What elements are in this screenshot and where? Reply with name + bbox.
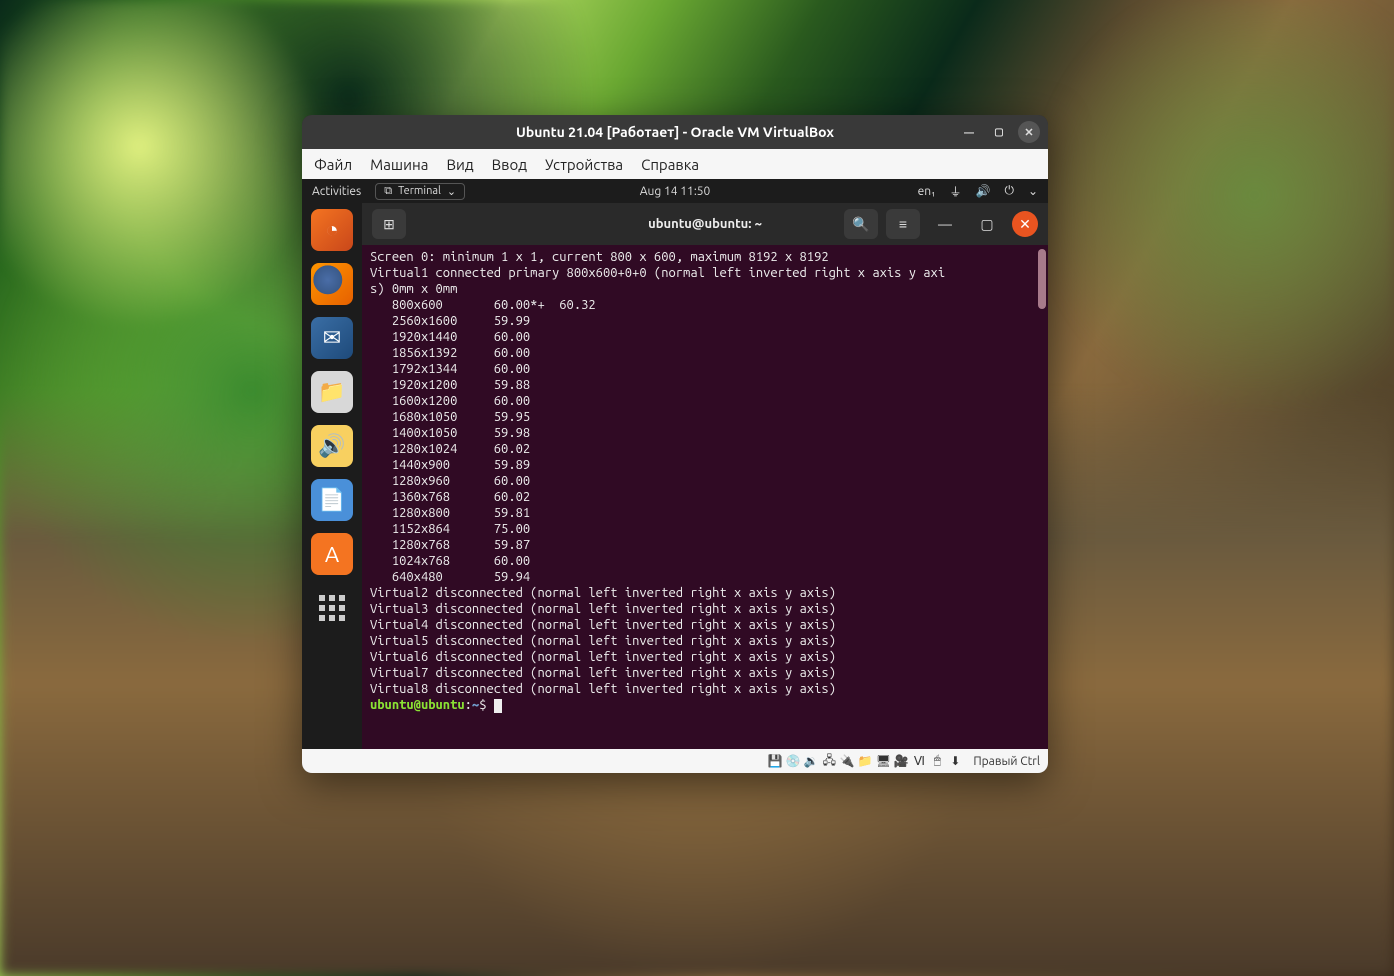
menu-file[interactable]: Файл [314, 156, 352, 173]
dock-icon-libreoffice[interactable]: 📄 [311, 479, 353, 521]
network-icon-sb[interactable]: 🖧 [821, 753, 837, 769]
menu-help[interactable]: Справка [641, 156, 699, 173]
terminal-title: ubuntu@ubuntu: ~ [648, 217, 762, 231]
terminal-content[interactable]: Screen 0: minimum 1 x 1, current 800 x 6… [362, 245, 1048, 749]
terminal-header: ⊞ ubuntu@ubuntu: ~ 🔍 ≡ — ▢ ✕ [362, 203, 1048, 245]
dock-icon-files[interactable]: 📁 [311, 371, 353, 413]
minimize-button[interactable] [958, 121, 980, 143]
guest-screen: Activities ⧉ Terminal ⌄ Aug 14 11:50 en₁… [302, 179, 1048, 749]
host-key-label: Правый Ctrl [973, 755, 1040, 768]
cpu-icon[interactable]: Ⅵ [911, 753, 927, 769]
dock: ◔ ✉ 📁 🔊 📄 A [302, 203, 362, 749]
vbox-menubar: Файл Машина Вид Ввод Устройства Справка [302, 149, 1048, 179]
clock[interactable]: Aug 14 11:50 [640, 185, 711, 198]
window-title: Ubuntu 21.04 [Работает] - Oracle VM Virt… [516, 124, 834, 140]
vbox-statusbar: 💾 💿 🔉 🖧 🔌 📁 🖥 🎥 Ⅵ 🖱 ⬇ Правый Ctrl [302, 749, 1048, 773]
terminal-maximize-button[interactable]: ▢ [970, 209, 1004, 239]
activities-button[interactable]: Activities [312, 185, 361, 198]
shared-folder-icon[interactable]: 📁 [857, 753, 873, 769]
dock-icon-disk-utility[interactable]: ◔ [311, 209, 353, 251]
virtualbox-window: Ubuntu 21.04 [Работает] - Oracle VM Virt… [302, 115, 1048, 773]
dock-icon-thunderbird[interactable]: ✉ [311, 317, 353, 359]
network-icon[interactable]: ⏚ [949, 183, 961, 200]
dock-icon-software[interactable]: A [311, 533, 353, 575]
hamburger-menu-button[interactable]: ≡ [886, 209, 920, 239]
menu-view[interactable]: Вид [446, 156, 473, 173]
terminal-icon: ⧉ [384, 185, 392, 198]
terminal-close-button[interactable]: ✕ [1012, 211, 1038, 237]
app-menu-label: Terminal [398, 185, 441, 197]
hdd-icon[interactable]: 💾 [767, 753, 783, 769]
usb-icon[interactable]: 🔌 [839, 753, 855, 769]
volume-icon[interactable]: 🔊 [975, 184, 990, 198]
new-tab-button[interactable]: ⊞ [372, 209, 406, 239]
host-key-arrow-icon[interactable]: ⬇ [947, 753, 963, 769]
menu-input[interactable]: Ввод [492, 156, 527, 173]
dock-icon-show-apps[interactable] [311, 587, 353, 629]
search-button[interactable]: 🔍 [844, 209, 878, 239]
terminal-scrollbar[interactable] [1038, 249, 1046, 309]
gnome-topbar: Activities ⧉ Terminal ⌄ Aug 14 11:50 en₁… [302, 179, 1048, 203]
titlebar[interactable]: Ubuntu 21.04 [Работает] - Oracle VM Virt… [302, 115, 1048, 149]
terminal-minimize-button[interactable]: — [928, 209, 962, 239]
keyboard-layout-indicator[interactable]: en₁ [918, 185, 936, 198]
dock-icon-firefox[interactable] [311, 263, 353, 305]
terminal-window: ⊞ ubuntu@ubuntu: ~ 🔍 ≡ — ▢ ✕ Screen 0: m… [362, 203, 1048, 749]
close-button[interactable] [1018, 121, 1040, 143]
maximize-button[interactable] [988, 121, 1010, 143]
recording-icon[interactable]: 🎥 [893, 753, 909, 769]
chevron-down-icon: ⌄ [447, 185, 456, 198]
dock-icon-rhythmbox[interactable]: 🔊 [311, 425, 353, 467]
power-icon[interactable]: ⏻ [1004, 184, 1014, 198]
menu-machine[interactable]: Машина [370, 156, 428, 173]
menu-devices[interactable]: Устройства [545, 156, 623, 173]
audio-icon[interactable]: 🔉 [803, 753, 819, 769]
app-menu[interactable]: ⧉ Terminal ⌄ [375, 183, 465, 200]
optical-icon[interactable]: 💿 [785, 753, 801, 769]
mouse-integration-icon[interactable]: 🖱 [929, 753, 945, 769]
display-icon[interactable]: 🖥 [875, 753, 891, 769]
system-menu-arrow-icon[interactable]: ⌄ [1028, 184, 1038, 198]
